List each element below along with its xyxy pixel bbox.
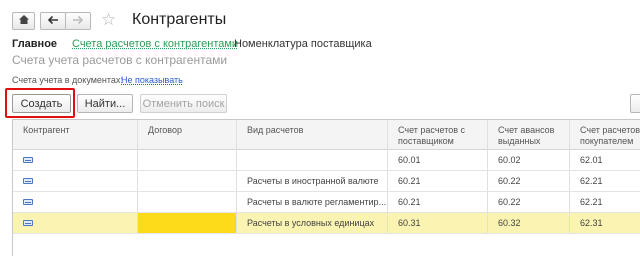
highlight-frame	[5, 88, 75, 118]
settlement-type-cell: Расчеты в иностранной валюте	[237, 171, 388, 191]
more-button[interactable]	[630, 94, 640, 113]
supplier-account-cell: 60.01	[388, 150, 488, 170]
customer-account-cell: 62.01	[570, 150, 640, 170]
table-row[interactable]: 60.01 60.02 62.01	[13, 150, 640, 171]
column-header-contract[interactable]: Договор	[138, 120, 237, 149]
customer-account-cell: 62.31	[570, 213, 640, 233]
arrow-left-icon	[47, 14, 59, 28]
settlement-type-cell	[237, 150, 388, 170]
column-header-settlement-type[interactable]: Вид расчетов	[237, 120, 388, 149]
tab-settlement-accounts[interactable]: Счета расчетов с контрагентами	[72, 38, 238, 50]
page-title: Контрагенты	[132, 11, 227, 28]
supplier-account-cell: 60.21	[388, 192, 488, 212]
table-row-selected[interactable]: Расчеты в условных единицах 60.31 60.32 …	[13, 213, 640, 234]
table-row[interactable]: Расчеты в валюте регламентир... 60.21 60…	[13, 192, 640, 213]
customer-account-cell: 62.21	[570, 192, 640, 212]
table-header: Контрагент Договор Вид расчетов Счет рас…	[13, 120, 640, 150]
column-header-customer-account[interactable]: Счет расчетов с покупателем	[570, 120, 640, 149]
accounts-label: Счета учета в документах:	[12, 75, 123, 85]
advance-account-cell: 60.22	[488, 171, 570, 191]
arrow-right-icon	[72, 14, 84, 28]
tab-supplier-nomenclature[interactable]: Номенклатура поставщика	[234, 38, 372, 50]
forward-button[interactable]	[65, 12, 91, 30]
contract-cell[interactable]	[138, 213, 237, 233]
record-icon	[23, 220, 33, 226]
record-icon	[23, 157, 33, 163]
column-header-supplier-account[interactable]: Счет расчетов с поставщиком	[388, 120, 488, 149]
star-icon[interactable]: ☆	[101, 10, 116, 30]
back-button[interactable]	[40, 12, 66, 30]
accounts-table: Контрагент Договор Вид расчетов Счет рас…	[12, 119, 640, 256]
column-header-advance-account[interactable]: Счет авансов выданных	[488, 120, 570, 149]
settlement-type-cell: Расчеты в условных единицах	[237, 213, 388, 233]
advance-account-cell: 60.22	[488, 192, 570, 212]
table-row[interactable]: Расчеты в иностранной валюте 60.21 60.22…	[13, 171, 640, 192]
tab-main[interactable]: Главное	[12, 38, 57, 50]
record-icon	[23, 178, 33, 184]
customer-account-cell: 62.21	[570, 171, 640, 191]
advance-account-cell: 60.02	[488, 150, 570, 170]
supplier-account-cell: 60.21	[388, 171, 488, 191]
home-button[interactable]	[12, 12, 35, 30]
column-header-counterparty[interactable]: Контрагент	[13, 120, 138, 149]
record-icon	[23, 199, 33, 205]
accounts-visibility-link[interactable]: Не показывать	[121, 75, 183, 85]
settlement-type-cell: Расчеты в валюте регламентир...	[237, 192, 388, 212]
home-icon	[18, 14, 30, 28]
advance-account-cell: 60.32	[488, 213, 570, 233]
section-title: Счета учета расчетов с контрагентами	[12, 53, 228, 67]
find-button[interactable]: Найти...	[77, 94, 133, 113]
cancel-search-button[interactable]: Отменить поиск	[140, 94, 227, 113]
supplier-account-cell: 60.31	[388, 213, 488, 233]
